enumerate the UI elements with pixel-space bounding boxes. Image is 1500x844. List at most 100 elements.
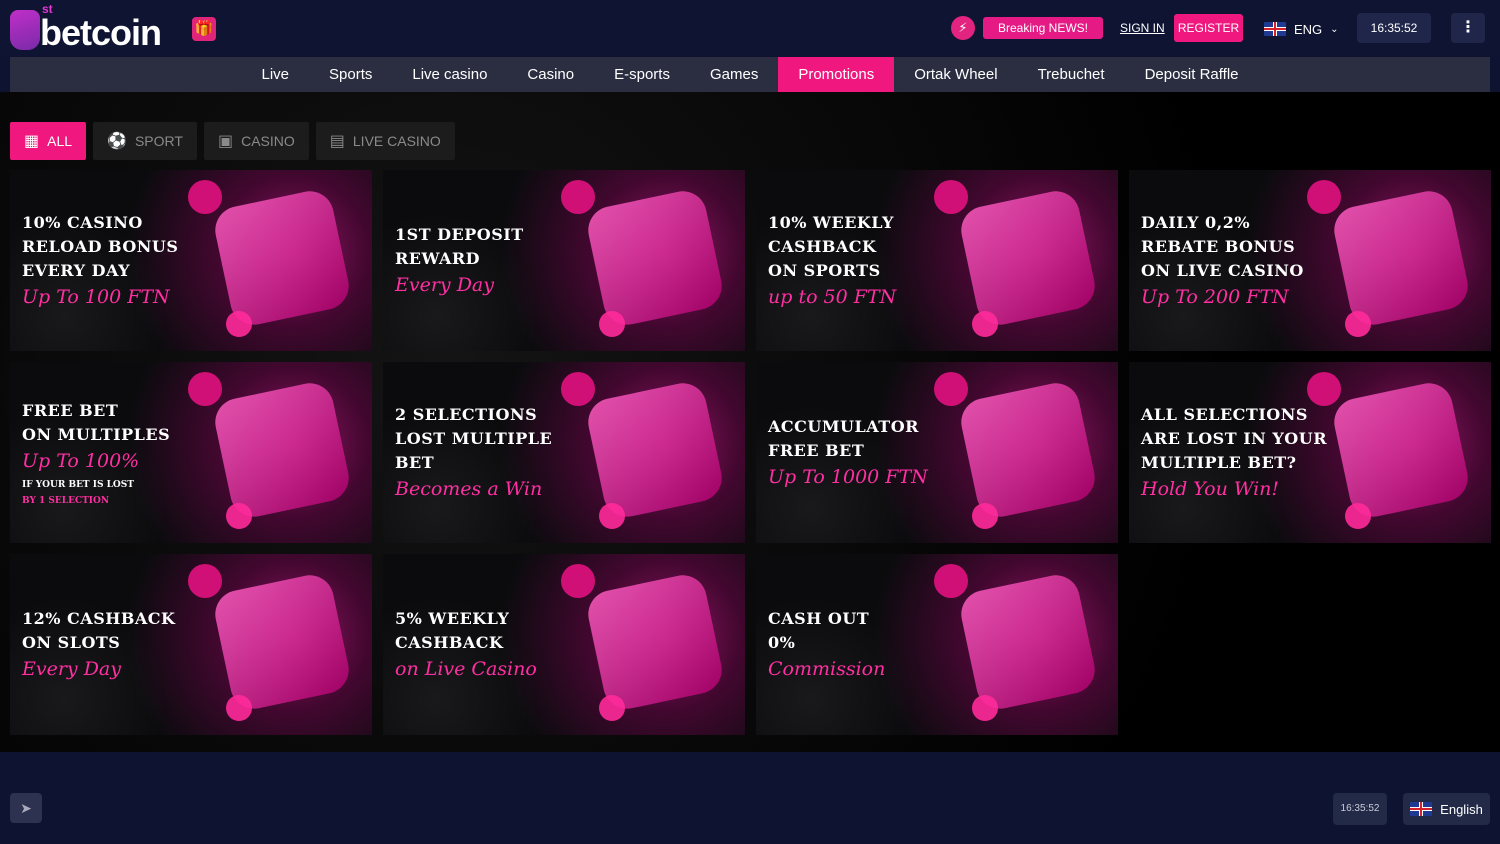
header-clock: 16:35:52 bbox=[1357, 13, 1431, 43]
promo-title-line: 12% Cashback bbox=[22, 608, 176, 628]
promo-title-line: 2 Selections bbox=[395, 404, 538, 424]
promo-text: Free Bet on Multiples Up To 100% If your be… bbox=[22, 362, 222, 543]
grid-icon: ▦ bbox=[24, 133, 40, 150]
promotion-card[interactable]: Cash Out 0% Commission bbox=[756, 554, 1118, 735]
promo-artwork bbox=[226, 503, 252, 529]
promo-artwork bbox=[599, 695, 625, 721]
filter-sport[interactable]: ⚽ SPORT bbox=[93, 122, 197, 160]
filter-label: ALL bbox=[47, 133, 73, 149]
promotion-filters: ▦ ALL ⚽ SPORT ▣ CASINO ▤ LIVE CASINO bbox=[10, 122, 455, 160]
promo-artwork bbox=[956, 378, 1100, 522]
promo-title-line: 10% Weekly bbox=[768, 212, 894, 232]
promo-artwork bbox=[583, 570, 727, 714]
nav-item-live-casino[interactable]: Live casino bbox=[392, 57, 507, 92]
promo-title-line: Rebate Bonus bbox=[1141, 236, 1296, 256]
promo-title-line: on Sports bbox=[768, 260, 881, 280]
language-selector[interactable]: ENG ⌄ bbox=[1264, 20, 1339, 38]
promo-title-line: Multiple Bet? bbox=[1141, 452, 1297, 472]
promo-artwork bbox=[599, 503, 625, 529]
site-logo[interactable]: st betcoin 🎁 bbox=[10, 2, 220, 53]
promo-artwork bbox=[1345, 503, 1371, 529]
promo-artwork bbox=[1329, 378, 1473, 522]
promo-text: All Selections are Lost in Your Multiple B… bbox=[1141, 362, 1341, 543]
news-icon[interactable]: ⚡ bbox=[951, 16, 975, 40]
sign-in-link[interactable]: SIGN IN bbox=[1114, 17, 1171, 39]
main-nav: Live Sports Live casino Casino E-sports … bbox=[10, 57, 1490, 92]
promo-title-line: Free Bet bbox=[768, 440, 865, 460]
promo-text: 5% Weekly Cashback on Live Casino bbox=[395, 554, 595, 735]
nav-item-ortak-wheel[interactable]: Ortak Wheel bbox=[894, 57, 1017, 92]
footer: ➤ 16:35:52 English bbox=[0, 752, 1500, 844]
nav-item-live[interactable]: Live bbox=[241, 57, 309, 92]
promo-accent: Every Day bbox=[22, 657, 121, 680]
promotion-card[interactable]: 1st Deposit Reward Every Day bbox=[383, 170, 745, 351]
promo-accent: on Live Casino bbox=[395, 657, 537, 680]
nav-item-games[interactable]: Games bbox=[690, 57, 778, 92]
promo-title-line: All Selections bbox=[1141, 404, 1308, 424]
promo-title-line: Accumulator bbox=[768, 416, 919, 436]
sport-icon: ⚽ bbox=[107, 133, 127, 150]
promo-note: If your bet is lost bbox=[22, 479, 134, 490]
promo-text: 10% Casino Reload Bonus Every Day Up To 100… bbox=[22, 170, 222, 351]
promo-text: 2 Selections Lost Multiple Bet Becomes a W… bbox=[395, 362, 595, 543]
nav-item-casino[interactable]: Casino bbox=[507, 57, 594, 92]
promo-artwork bbox=[226, 311, 252, 337]
footer-language-selector[interactable]: English bbox=[1403, 793, 1490, 825]
uk-flag-icon bbox=[1264, 22, 1286, 36]
promo-artwork bbox=[599, 311, 625, 337]
promotion-card[interactable]: 12% Cashback on Slots Every Day bbox=[10, 554, 372, 735]
nav-item-e-sports[interactable]: E-sports bbox=[594, 57, 690, 92]
promo-title-line: on Multiples bbox=[22, 424, 171, 444]
promo-title-line: 1st Deposit bbox=[395, 224, 524, 244]
uk-flag-icon bbox=[1410, 802, 1433, 816]
nav-item-sports[interactable]: Sports bbox=[309, 57, 392, 92]
filter-casino[interactable]: ▣ CASINO bbox=[203, 122, 309, 160]
promotion-card[interactable]: Daily 0,2% Rebate Bonus on Live Casino Up T… bbox=[1129, 170, 1491, 351]
promo-text: 1st Deposit Reward Every Day bbox=[395, 170, 595, 351]
filter-label: SPORT bbox=[134, 133, 183, 149]
filter-label: CASINO bbox=[241, 133, 295, 149]
promo-text: Accumulator Free Bet Up To 1000 FTN bbox=[768, 362, 968, 543]
promo-title-line: on Live Casino bbox=[1141, 260, 1304, 280]
promo-title-line: Cashback bbox=[395, 632, 504, 652]
promo-title-line: 0% bbox=[768, 632, 796, 652]
nav-item-promotions[interactable]: Promotions bbox=[778, 57, 895, 92]
filter-label: LIVE CASINO bbox=[352, 133, 441, 149]
promo-accent: Up To 1000 FTN bbox=[768, 465, 928, 488]
promo-artwork bbox=[972, 311, 998, 337]
promo-artwork bbox=[956, 570, 1100, 714]
promo-text: 10% Weekly Cashback on Sports up to 50 FTN bbox=[768, 170, 968, 351]
promo-accent: Up To 200 FTN bbox=[1141, 285, 1289, 308]
promo-artwork bbox=[1329, 186, 1473, 330]
promotion-card[interactable]: Free Bet on Multiples Up To 100% If your be… bbox=[10, 362, 372, 543]
filter-live-casino[interactable]: ▤ LIVE CASINO bbox=[315, 122, 455, 160]
promo-title-line: Lost Multiple Bet bbox=[395, 428, 553, 472]
promotion-card[interactable]: 10% Casino Reload Bonus Every Day Up To 100… bbox=[10, 170, 372, 351]
promo-accent: Up To 100 FTN bbox=[22, 285, 170, 308]
promo-artwork bbox=[210, 378, 354, 522]
promotion-card[interactable]: Accumulator Free Bet Up To 1000 FTN bbox=[756, 362, 1118, 543]
register-button[interactable]: REGISTER bbox=[1174, 14, 1243, 42]
promo-title-line: Reward bbox=[395, 248, 481, 268]
more-menu-icon[interactable]: ⋮ bbox=[1451, 13, 1485, 43]
nav-item-trebuchet[interactable]: Trebuchet bbox=[1018, 57, 1125, 92]
breaking-news-button[interactable]: Breaking NEWS! bbox=[983, 17, 1103, 39]
promotion-card[interactable]: 2 Selections Lost Multiple Bet Becomes a W… bbox=[383, 362, 745, 543]
promo-accent: Becomes a Win bbox=[395, 477, 543, 500]
filter-all[interactable]: ▦ ALL bbox=[10, 122, 87, 160]
language-label: ENG bbox=[1294, 21, 1323, 37]
promo-title-line: on Slots bbox=[22, 632, 121, 652]
promotion-card[interactable]: 5% Weekly Cashback on Live Casino bbox=[383, 554, 745, 735]
promo-title-line: 10% Casino bbox=[22, 212, 143, 232]
promo-title-line: Cashback bbox=[768, 236, 877, 256]
promotion-card[interactable]: 10% Weekly Cashback on Sports up to 50 FTN bbox=[756, 170, 1118, 351]
promotion-card[interactable]: All Selections are Lost in Your Multiple B… bbox=[1129, 362, 1491, 543]
promo-accent: Commission bbox=[768, 657, 886, 680]
slots-icon: ▣ bbox=[217, 133, 234, 150]
telegram-icon[interactable]: ➤ bbox=[10, 793, 42, 823]
nav-item-deposit-raffle[interactable]: Deposit Raffle bbox=[1125, 57, 1259, 92]
promo-artwork bbox=[583, 378, 727, 522]
gift-icon[interactable]: 🎁 bbox=[192, 17, 216, 41]
chevron-down-icon: ⌄ bbox=[1330, 23, 1339, 35]
promo-artwork bbox=[972, 503, 998, 529]
